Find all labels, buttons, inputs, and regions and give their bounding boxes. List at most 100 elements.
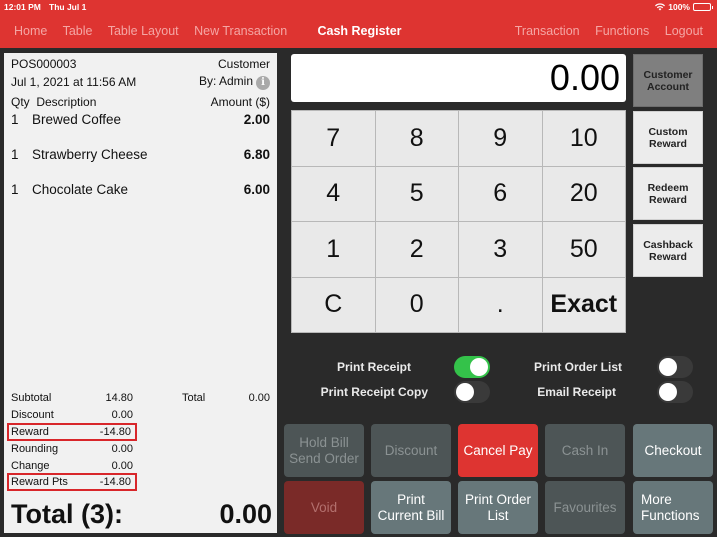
key-4[interactable]: 4 [292,166,375,221]
item-amount: 2.00 [243,112,270,127]
summary-value: -14.80 [99,476,131,488]
summary-label: Reward Pts [11,476,68,488]
amount-display[interactable]: 0.00 [291,54,626,102]
header-description: Description [36,95,97,109]
summary-reward-pts: Reward Pts -14.80 [7,473,137,491]
item-description: Strawberry Cheese [32,147,148,162]
battery-icon [693,3,713,11]
item-qty: 1 [11,112,19,127]
item-description: Chocolate Cake [32,182,129,197]
print-receipt-toggle[interactable] [454,356,490,378]
key-decimal[interactable]: . [459,277,542,332]
header-amount: Amount ($) [210,95,270,109]
summary-value: 0.00 [248,392,270,404]
key-3[interactable]: 3 [459,222,542,277]
key-8[interactable]: 8 [375,111,458,166]
battery-percent: 100% [668,2,690,12]
nav-transaction[interactable]: Transaction [515,24,580,38]
cash-in-button[interactable]: Cash In [545,424,625,477]
summary-value: -14.80 [99,426,131,438]
hold-bill-button[interactable]: Hold Bill Send Order [284,424,364,477]
key-10[interactable]: 10 [542,111,625,166]
cashback-reward-button[interactable]: Cashback Reward [633,224,703,277]
summary-value: 14.80 [105,392,133,404]
summary-reward: Reward -14.80 [7,423,137,441]
item-qty: 1 [11,182,19,197]
nav-home[interactable]: Home [14,24,47,38]
nav-new-transaction[interactable]: New Transaction [194,24,287,38]
item-amount: 6.80 [243,147,270,162]
summary-value: 0.00 [111,443,133,455]
receipt-panel: POS000003 Customer Jul 1, 2021 at 11:56 … [4,53,277,533]
nav-functions[interactable]: Functions [595,24,649,38]
summary-discount: Discount 0.00 [11,409,133,421]
summary-label: Reward [11,426,49,438]
wifi-icon [655,3,666,11]
key-50[interactable]: 50 [542,222,625,277]
favourites-button[interactable]: Favourites [545,481,625,534]
customer-label[interactable]: Customer [218,57,270,71]
key-2[interactable]: 2 [375,222,458,277]
void-button[interactable]: Void [284,481,364,534]
print-receipt-copy-label: Print Receipt Copy [320,385,428,399]
info-icon[interactable]: i [256,76,270,90]
key-0[interactable]: 0 [375,277,458,332]
key-7[interactable]: 7 [292,111,375,166]
item-amount: 6.00 [243,182,270,197]
cancel-pay-button[interactable]: Cancel Pay [458,424,538,477]
grand-total-label: Total (3): [11,499,123,529]
customer-account-button[interactable]: Customer Account [633,54,703,107]
print-receipt-label: Print Receipt [336,360,411,374]
key-exact[interactable]: Exact [542,277,625,332]
print-receipt-copy-toggle[interactable] [454,381,490,403]
summary-label: Subtotal [11,392,52,404]
status-date: Thu Jul 1 [49,2,87,12]
print-order-list-button[interactable]: Print Order List [458,481,538,534]
list-item[interactable]: 1 Strawberry Cheese 6.80 [11,147,270,162]
redeem-reward-button[interactable]: Redeem Reward [633,167,703,220]
custom-reward-button[interactable]: Custom Reward [633,111,703,164]
status-right: 100% [655,2,713,12]
print-order-list-toggle[interactable] [657,356,693,378]
summary-label: Discount [11,409,54,421]
keypad: 7 8 9 10 4 5 6 20 1 2 3 50 C 0 . Exact [291,110,626,333]
receipt-by: By: Admin [198,74,253,88]
key-20[interactable]: 20 [542,166,625,221]
nav-right: Transaction Functions Logout [515,24,715,38]
key-6[interactable]: 6 [459,166,542,221]
item-qty: 1 [11,147,19,162]
summary-label: Total [182,392,206,404]
key-clear[interactable]: C [292,277,375,332]
email-receipt-label: Email Receipt [537,385,616,399]
list-item[interactable]: 1 Chocolate Cake 6.00 [11,182,270,197]
nav-left: Home Table Table Layout New Transaction [14,24,299,38]
summary-label: Change [11,460,50,472]
print-order-list-label: Print Order List [533,360,622,374]
checkout-button[interactable]: Checkout [633,424,713,477]
item-description: Brewed Coffee [32,112,122,127]
page-title: Cash Register [317,24,402,38]
more-functions-button[interactable]: More Functions [633,481,713,534]
discount-button[interactable]: Discount [371,424,451,477]
summary-rounding: Rounding 0.00 [11,443,133,455]
nav-table-layout[interactable]: Table Layout [108,24,179,38]
grand-total-value: 0.00 [219,499,272,529]
nav-logout[interactable]: Logout [665,24,703,38]
top-bar: 12:01 PM Thu Jul 1 100% Home Table Table… [0,0,717,48]
toggle-knob [456,383,474,401]
list-item[interactable]: 1 Brewed Coffee 2.00 [11,112,270,127]
key-9[interactable]: 9 [459,111,542,166]
summary-value: 0.00 [111,409,133,421]
key-1[interactable]: 1 [292,222,375,277]
receipt-datetime: Jul 1, 2021 at 11:56 AM [11,75,137,89]
receipt-id: POS000003 [11,57,77,71]
key-5[interactable]: 5 [375,166,458,221]
summary-subtotal: Subtotal 14.80 [11,392,133,404]
toggle-knob [659,358,677,376]
header-qty: Qty [11,95,30,109]
status-time: 12:01 PM [4,2,41,12]
print-current-bill-button[interactable]: Print Current Bill [371,481,451,534]
summary-change: Change 0.00 [11,460,133,472]
email-receipt-toggle[interactable] [657,381,693,403]
nav-table[interactable]: Table [63,24,93,38]
